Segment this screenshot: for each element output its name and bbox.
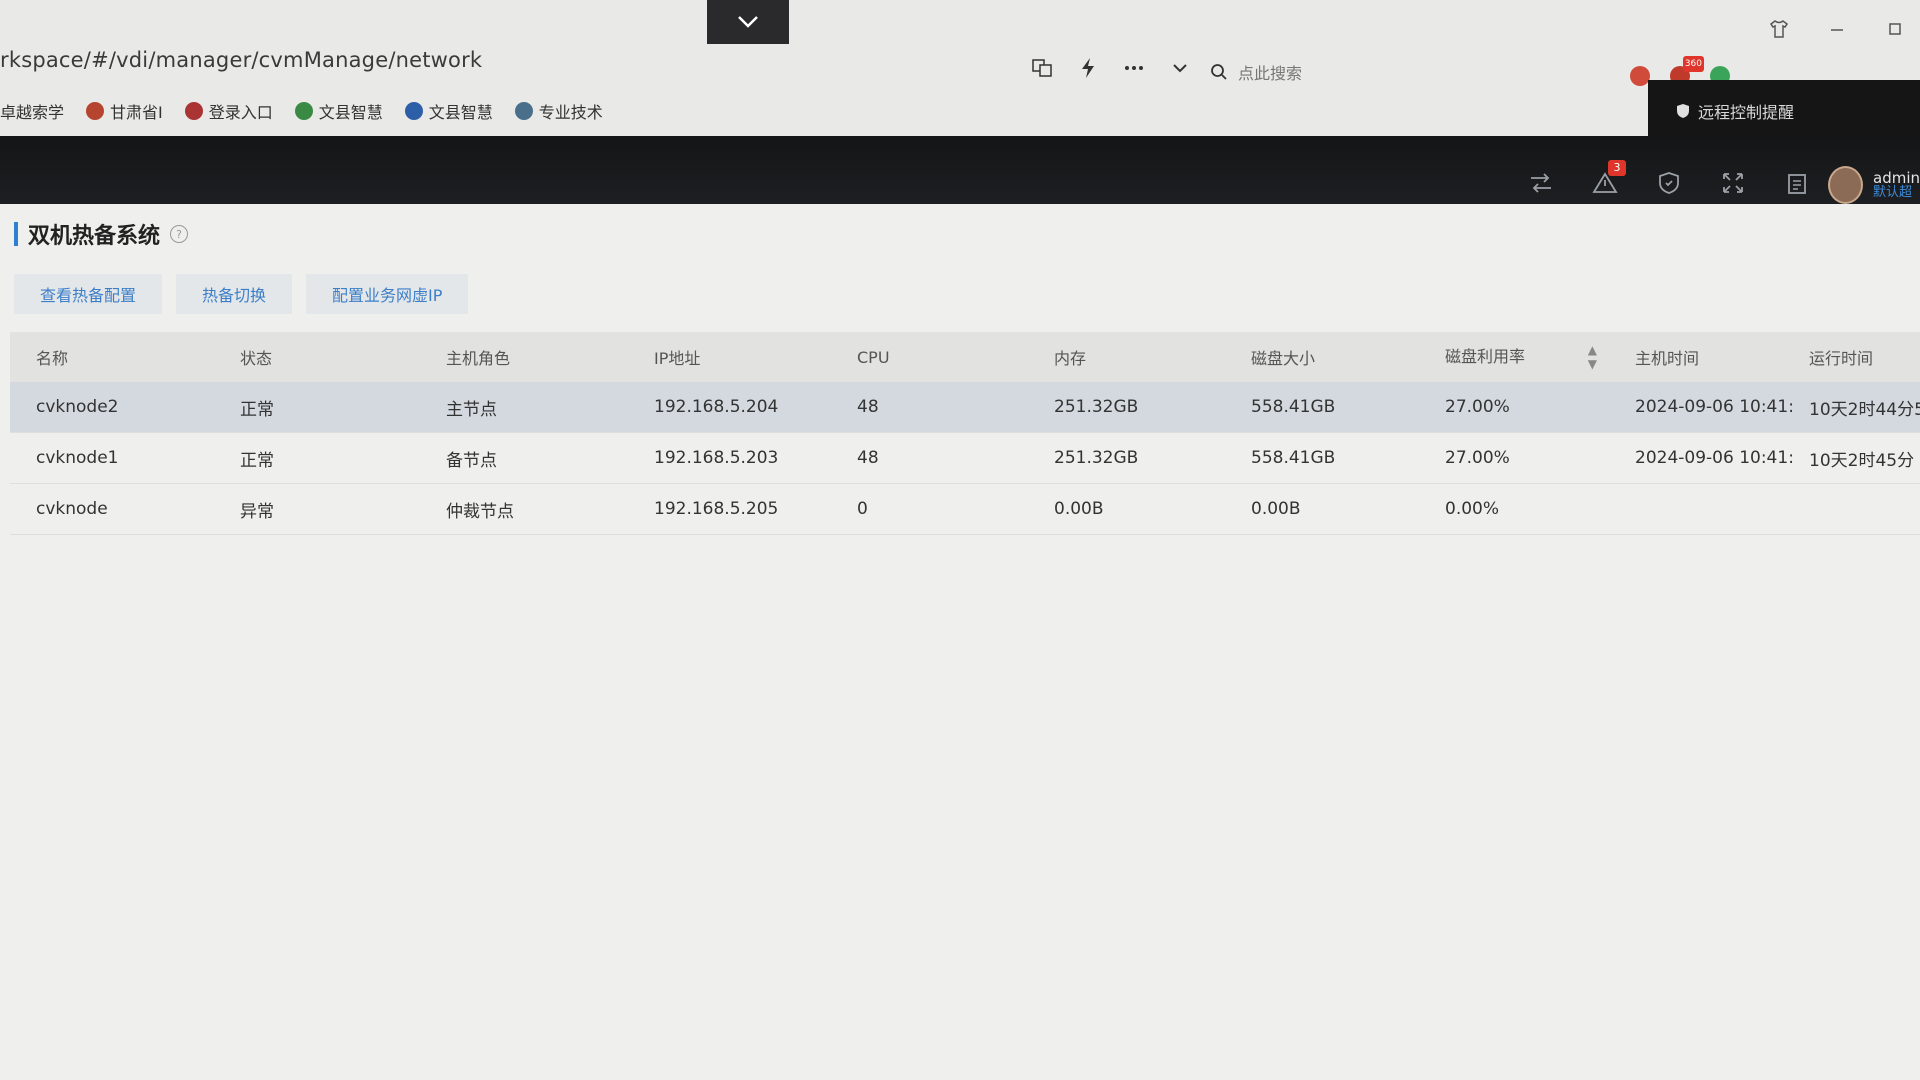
remote-tip-text: 远程控制提醒 [1698, 103, 1795, 122]
cell-name: cvknode [36, 499, 108, 519]
collapse-toggle[interactable] [707, 0, 789, 44]
page-title: 双机热备系统 [28, 224, 161, 249]
column-header-status[interactable]: 状态 [214, 345, 420, 369]
cell-name: cvknode1 [36, 448, 119, 468]
app-header: 3 admin 默认超 [0, 136, 1920, 204]
address-bar[interactable]: rkspace/#/vdi/manager/cvmManage/network [0, 48, 482, 72]
cell-disk-size: 558.41GB [1251, 448, 1336, 468]
cell-disk-usage: 27.00% [1445, 397, 1510, 417]
table-row[interactable]: cvknode2 正常 主节点 192.168.5.204 48 251.32G… [10, 382, 1920, 433]
user-name: admin [1873, 169, 1920, 187]
view-hot-standby-config-button[interactable]: 查看热备配置 [14, 274, 163, 314]
cell-ip: 192.168.5.205 [654, 499, 779, 519]
window-controls [1768, 18, 1920, 40]
bookmark-item[interactable]: 文县智慧 [404, 99, 493, 123]
title-accent [14, 222, 18, 246]
header-icons: 3 [1526, 160, 1812, 198]
column-header-uptime[interactable]: 运行时间 [1793, 345, 1920, 369]
bookmarks-bar: 卓越索学 甘肃省I 登录入口 文县智慧 文县智慧 专业技术 [0, 98, 603, 124]
shirt-skin-icon[interactable] [1768, 18, 1790, 40]
user-role: 默认超 [1873, 185, 1913, 200]
more-icon[interactable] [1122, 56, 1146, 80]
column-header-disk-size[interactable]: 磁盘大小 [1225, 345, 1419, 369]
cell-ip: 192.168.5.203 [654, 448, 779, 468]
chevron-down-icon [738, 16, 758, 28]
address-tools [1030, 56, 1192, 80]
lightning-icon[interactable] [1076, 56, 1100, 80]
column-header-name[interactable]: 名称 [10, 345, 214, 369]
chevron-down-icon[interactable] [1168, 56, 1192, 80]
cell-role: 备节点 [446, 450, 497, 471]
cell-status: 正常 [240, 450, 274, 471]
table-row[interactable]: cvknode 异常 仲裁节点 192.168.5.205 0 0.00B 0.… [10, 484, 1920, 535]
search-icon [1211, 64, 1227, 80]
clipboard-icon[interactable] [1782, 168, 1812, 198]
maximize-icon[interactable] [1884, 18, 1906, 40]
cell-memory: 0.00B [1054, 499, 1104, 519]
cell-disk-usage: 27.00% [1445, 448, 1510, 468]
cell-cpu: 48 [857, 448, 879, 468]
alert-badge: 3 [1608, 160, 1626, 176]
cell-uptime: 10天2时44分5 [1809, 399, 1920, 420]
column-header-ip[interactable]: IP地址 [628, 345, 831, 369]
switch-icon[interactable] [1526, 168, 1556, 198]
column-header-memory[interactable]: 内存 [1028, 345, 1225, 369]
eye-icon [514, 102, 533, 120]
column-header-host-time[interactable]: 主机时间 [1609, 345, 1793, 369]
bookmark-item[interactable]: 甘肃省I [86, 99, 163, 123]
cell-host-time: 2024-09-06 10:41:25 [1635, 397, 1793, 417]
bookmark-icon [86, 102, 105, 120]
help-icon[interactable]: ? [170, 225, 189, 243]
cell-ip: 192.168.5.204 [654, 397, 779, 417]
column-header-cpu[interactable]: CPU [831, 348, 1028, 367]
alert-icon[interactable]: 3 [1590, 160, 1626, 198]
bookmark-icon [404, 102, 423, 120]
hosts-table: 名称 状态 主机角色 IP地址 CPU 内存 磁盘大小 磁盘利用率 ▲ ▼ 主机时… [10, 332, 1920, 535]
table-header: 名称 状态 主机角色 IP地址 CPU 内存 磁盘大小 磁盘利用率 ▲ ▼ 主机时… [10, 332, 1920, 382]
bookmark-item[interactable]: 登录入口 [184, 99, 273, 123]
search-placeholder: 点此搜索 [1238, 64, 1303, 83]
bookmark-item[interactable]: 文县智慧 [294, 99, 383, 123]
minimize-icon[interactable] [1826, 18, 1848, 40]
sort-icon[interactable]: ▲ ▼ [1588, 343, 1597, 371]
bookmark-icon [294, 102, 313, 120]
cell-host-time: 2024-09-06 10:41:25 [1635, 448, 1793, 468]
extension-badge: 360 [1682, 56, 1704, 72]
bookmark-item[interactable]: 专业技术 [514, 99, 603, 123]
cell-role: 仲裁节点 [446, 501, 514, 522]
cell-disk-size: 558.41GB [1251, 397, 1336, 417]
cell-role: 主节点 [446, 399, 497, 420]
shield-icon [1677, 104, 1689, 118]
cell-status: 正常 [240, 399, 274, 420]
cell-memory: 251.32GB [1054, 397, 1139, 417]
page-title-bar: 双机热备系统 ? [14, 218, 189, 250]
avatar [1828, 166, 1863, 204]
cell-disk-usage: 0.00% [1445, 499, 1500, 519]
browser-chrome: rkspace/#/vdi/manager/cvmManage/network … [0, 0, 1920, 142]
bookmark-icon [184, 102, 203, 120]
main-content: 双机热备系统 ? 查看热备配置 热备切换 配置业务网虚IP 名称 状态 主机角色… [0, 204, 1920, 1080]
column-header-disk-usage[interactable]: 磁盘利用率 ▲ ▼ [1419, 343, 1609, 371]
user-info: admin 默认超 [1873, 170, 1920, 200]
cell-disk-size: 0.00B [1251, 499, 1301, 519]
cell-cpu: 48 [857, 397, 879, 417]
cell-status: 异常 [240, 501, 274, 522]
hot-standby-switch-button[interactable]: 热备切换 [176, 274, 293, 314]
bookmark-item[interactable]: 卓越索学 [0, 99, 64, 123]
remote-control-notice[interactable]: 远程控制提醒 [1648, 80, 1920, 142]
column-header-role[interactable]: 主机角色 [420, 345, 628, 369]
fullscreen-icon[interactable] [1718, 168, 1748, 198]
extension-icon[interactable] [1630, 66, 1650, 86]
cell-memory: 251.32GB [1054, 448, 1139, 468]
table-row[interactable]: cvknode1 正常 备节点 192.168.5.203 48 251.32G… [10, 433, 1920, 484]
shield-icon[interactable] [1654, 168, 1684, 198]
cell-cpu: 0 [857, 499, 868, 519]
cell-name: cvknode2 [36, 397, 119, 417]
action-toolbar: 查看热备配置 热备切换 配置业务网虚IP [14, 274, 469, 314]
config-virtual-ip-button[interactable]: 配置业务网虚IP [306, 274, 469, 314]
cell-uptime: 10天2时45分 [1809, 450, 1915, 471]
translate-icon[interactable] [1030, 56, 1054, 80]
search-input[interactable]: 点此搜索 [1210, 56, 1610, 88]
user-menu[interactable]: admin 默认超 [1828, 166, 1920, 204]
